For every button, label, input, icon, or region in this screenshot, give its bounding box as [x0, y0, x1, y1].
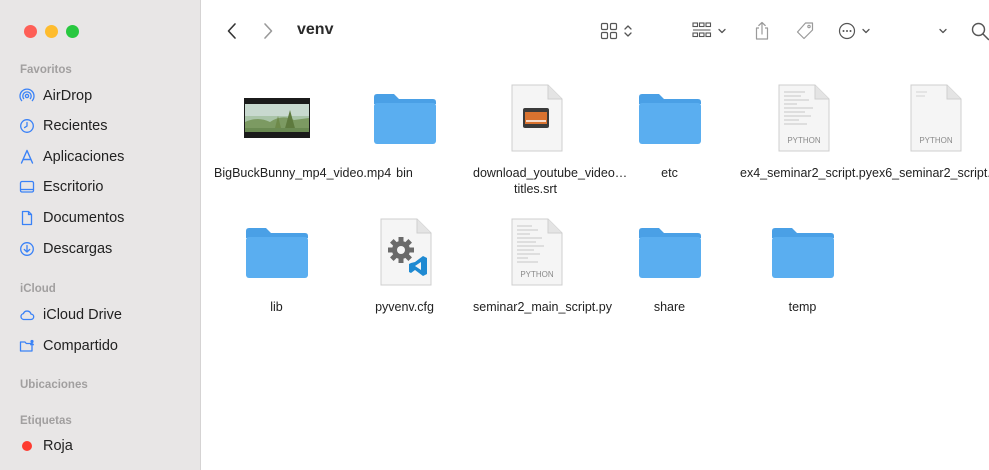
folder-item[interactable]: etc [607, 78, 732, 181]
group-grid-icon [692, 22, 712, 38]
srt-file-icon [496, 78, 576, 158]
python-badge: PYTHON [520, 270, 554, 279]
updown-chevron-icon [624, 25, 632, 37]
python-file-icon: PYTHON [895, 78, 975, 158]
file-grid: BigBuckBunny_mp4_video.mp4 bin download_… [202, 62, 989, 470]
window-title: venv [297, 21, 334, 38]
tag-icon [796, 22, 814, 40]
folder-icon [365, 78, 445, 158]
cfg-file-icon [365, 212, 445, 292]
download-icon [18, 241, 35, 258]
sidebar-item-descargas[interactable]: Descargas [18, 236, 112, 262]
python-badge: PYTHON [787, 136, 821, 145]
file-item[interactable]: BigBuckBunny_mp4_video.mp4 [214, 78, 392, 181]
chevron-down-icon [939, 28, 947, 34]
sidebar-item-aplicaciones[interactable]: Aplicaciones [18, 144, 124, 170]
sidebar-item-label: Escritorio [43, 179, 104, 195]
chevron-down-icon [718, 28, 726, 34]
file-name: temp [788, 300, 817, 314]
folder-item[interactable]: share [607, 212, 732, 315]
sidebar-item-label: AirDrop [43, 88, 93, 104]
python-file-icon: PYTHON [763, 78, 843, 158]
sidebar-header-ubicaciones[interactable]: Ubicaciones [20, 379, 88, 391]
sidebar-item-label: Compartido [43, 338, 118, 354]
tags-button[interactable] [795, 20, 815, 42]
forward-button[interactable] [258, 20, 278, 42]
python-file-icon: PYTHON [496, 212, 576, 292]
sidebar-item-label: Roja [43, 438, 73, 454]
file-name: pyvenv.cfg [375, 300, 434, 314]
sidebar-item-tag-roja[interactable]: Roja [18, 433, 73, 459]
folder-item[interactable]: bin [342, 78, 467, 181]
sidebar-item-recientes[interactable]: Recientes [18, 113, 107, 139]
sidebar-header-icloud: iCloud [20, 283, 56, 295]
actions-button[interactable] [838, 20, 871, 42]
window-controls [24, 25, 79, 38]
sidebar-item-label: Aplicaciones [43, 149, 125, 165]
file-name: bin [396, 166, 413, 180]
file-name: BigBuckBunny_mp4_video.mp4 [214, 166, 392, 180]
sidebar-item-compartido[interactable]: Compartido [18, 333, 118, 359]
search-button[interactable] [970, 20, 989, 42]
file-item[interactable]: download_youtube_video…titles.srt [473, 78, 628, 197]
more-toolbar-items-button[interactable] [938, 20, 948, 42]
sidebar-item-airdrop[interactable]: AirDrop [18, 83, 92, 109]
folder-icon [237, 212, 317, 292]
share-icon [755, 21, 769, 40]
back-button[interactable] [222, 20, 242, 42]
view-mode-button[interactable] [600, 20, 634, 42]
file-item[interactable]: PYTHON seminar2_main_script.py [473, 212, 612, 315]
shared-folder-icon [18, 338, 35, 355]
search-icon [971, 22, 989, 41]
file-item[interactable]: PYTHON ex4_seminar2_script.py [740, 78, 873, 181]
toolbar: venv [202, 0, 989, 62]
file-name: ex6_seminar2_script.py [872, 166, 989, 180]
folder-icon [630, 78, 710, 158]
group-by-button[interactable] [692, 20, 727, 42]
file-name: share [653, 300, 686, 314]
icon-grid-icon [600, 22, 618, 40]
folder-icon [763, 212, 843, 292]
sidebar-item-label: Documentos [43, 210, 125, 226]
file-name: ex4_seminar2_script.py [740, 166, 873, 180]
sidebar-item-documentos[interactable]: Documentos [18, 205, 124, 231]
document-icon [18, 210, 35, 227]
desktop-icon [18, 179, 35, 196]
folder-icon [630, 212, 710, 292]
red-tag-dot-icon [18, 438, 35, 455]
applications-icon [18, 149, 35, 166]
file-name: etc [661, 166, 678, 180]
sidebar: Favoritos AirDrop Recientes Aplicaciones… [0, 0, 201, 470]
sidebar-item-label: Recientes [43, 118, 108, 134]
file-name: lib [270, 300, 283, 314]
sidebar-header-favorites: Favoritos [20, 64, 72, 76]
zoom-window-button[interactable] [66, 25, 79, 38]
folder-item[interactable]: lib [214, 212, 339, 315]
clock-icon [18, 118, 35, 135]
python-badge: PYTHON [919, 136, 953, 145]
sidebar-item-escritorio[interactable]: Escritorio [18, 174, 103, 200]
more-ellipsis-icon [838, 22, 856, 40]
sidebar-header-etiquetas: Etiquetas [20, 415, 72, 427]
close-window-button[interactable] [24, 25, 37, 38]
minimize-window-button[interactable] [45, 25, 58, 38]
file-name: download_youtube_video…titles.srt [473, 166, 628, 196]
share-button[interactable] [754, 20, 770, 42]
finder-window: Favoritos AirDrop Recientes Aplicaciones… [0, 0, 989, 470]
chevron-right-icon [264, 23, 273, 39]
file-item[interactable]: pyvenv.cfg [342, 212, 467, 315]
file-name: seminar2_main_script.py [473, 300, 612, 314]
sidebar-item-icloud-drive[interactable]: iCloud Drive [18, 302, 122, 328]
sidebar-item-label: Descargas [43, 241, 113, 257]
folder-item[interactable]: temp [740, 212, 865, 315]
file-item[interactable]: PYTHON ex6_seminar2_script.py [872, 78, 989, 181]
chevron-left-icon [227, 23, 236, 39]
sidebar-item-label: iCloud Drive [43, 307, 122, 323]
airdrop-icon [18, 88, 35, 105]
chevron-down-icon [862, 28, 870, 34]
cloud-icon [18, 307, 35, 324]
video-thumbnail [237, 78, 317, 158]
